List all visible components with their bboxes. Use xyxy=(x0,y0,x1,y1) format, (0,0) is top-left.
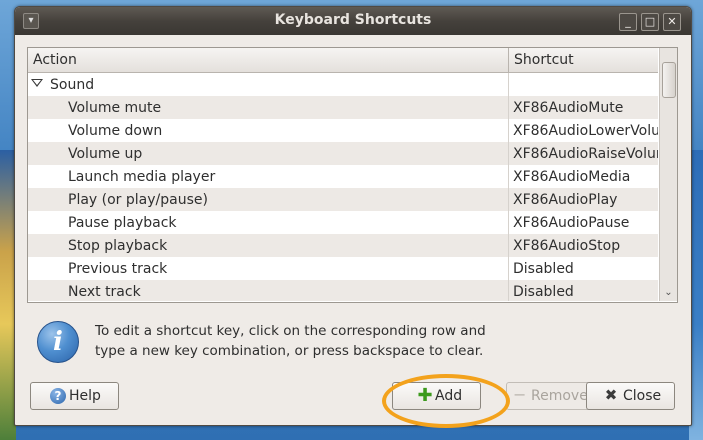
table-row[interactable]: Volume mute XF86AudioMute xyxy=(28,96,658,119)
table-row[interactable]: Next track Disabled xyxy=(28,280,658,301)
scroll-down-icon[interactable]: ⌄ xyxy=(663,288,674,298)
table-row[interactable]: Pause playback XF86AudioPause xyxy=(28,211,658,234)
row-action: Volume down xyxy=(68,123,163,139)
row-action: Play (or play/pause) xyxy=(68,192,208,208)
info-icon: i xyxy=(37,321,79,363)
row-shortcut: Disabled xyxy=(513,284,574,300)
table-row[interactable]: Play (or play/pause) XF86AudioPlay xyxy=(28,188,658,211)
column-divider xyxy=(508,73,509,96)
row-shortcut: XF86AudioLowerVolume xyxy=(513,123,658,139)
row-action: Launch media player xyxy=(68,169,216,185)
highlight-annotation xyxy=(382,374,510,428)
column-header-action[interactable]: Action xyxy=(28,48,509,72)
column-divider xyxy=(508,165,509,188)
row-shortcut: XF86AudioMedia xyxy=(513,169,631,185)
remove-button[interactable]: − Remove xyxy=(506,382,592,410)
help-button-label: Help xyxy=(69,388,101,404)
info-line-2: type a new key combination, or press bac… xyxy=(95,343,484,359)
row-action: Volume mute xyxy=(68,100,162,116)
close-button-label: Close xyxy=(623,388,662,404)
maximize-icon[interactable]: □ xyxy=(641,13,659,31)
column-divider xyxy=(508,142,509,165)
info-panel: i To edit a shortcut key, click on the c… xyxy=(37,313,657,373)
close-icon: ✖ xyxy=(604,386,618,404)
column-divider xyxy=(508,234,509,257)
expander-icon-fill xyxy=(33,80,41,85)
keyboard-shortcuts-window: ▾ Keyboard Shortcuts _ □ ✕ Action Shortc… xyxy=(14,6,692,428)
info-message: To edit a shortcut key, click on the cor… xyxy=(95,321,515,361)
row-action: Previous track xyxy=(68,261,168,277)
column-divider xyxy=(508,119,509,142)
table-row[interactable]: Launch media player XF86AudioMedia xyxy=(28,165,658,188)
table-row[interactable]: Stop playback XF86AudioStop xyxy=(28,234,658,257)
column-divider xyxy=(508,280,509,301)
window-title: Keyboard Shortcuts xyxy=(274,12,432,28)
column-divider xyxy=(508,96,509,119)
row-shortcut: XF86AudioStop xyxy=(513,238,621,254)
table-row[interactable]: Previous track Disabled xyxy=(28,257,658,280)
row-shortcut: XF86AudioRaiseVolume xyxy=(513,146,658,162)
minimize-icon[interactable]: _ xyxy=(619,13,637,31)
column-header-shortcut-label: Shortcut xyxy=(514,52,574,68)
group-row-sound[interactable]: Sound xyxy=(28,73,658,96)
column-header-shortcut[interactable]: Shortcut xyxy=(509,48,658,72)
row-shortcut: Disabled xyxy=(513,261,574,277)
table-row[interactable]: Volume down XF86AudioLowerVolume xyxy=(28,119,658,142)
info-line-1: To edit a shortcut key, click on the cor… xyxy=(95,323,486,339)
shortcuts-tree-view[interactable]: Action Shortcut Sound Volume mute XF86Au… xyxy=(27,47,678,303)
scrollbar-thumb[interactable] xyxy=(662,62,676,98)
minus-icon: − xyxy=(513,385,527,404)
row-shortcut: XF86AudioPause xyxy=(513,215,630,231)
column-header: Action Shortcut xyxy=(28,48,658,73)
close-window-icon[interactable]: ✕ xyxy=(663,13,681,31)
close-button[interactable]: ✖ Close xyxy=(586,382,675,410)
row-action: Pause playback xyxy=(68,215,177,231)
column-divider xyxy=(508,257,509,280)
row-shortcut: XF86AudioMute xyxy=(513,100,624,116)
column-divider xyxy=(508,211,509,234)
title-bar[interactable]: ▾ Keyboard Shortcuts _ □ ✕ xyxy=(15,7,691,35)
row-shortcut: XF86AudioPlay xyxy=(513,192,618,208)
row-action: Volume up xyxy=(68,146,143,162)
table-rows: Sound Volume mute XF86AudioMute Volume d… xyxy=(28,73,658,301)
remove-button-label: Remove xyxy=(531,388,588,404)
group-label: Sound xyxy=(50,77,95,93)
vertical-scrollbar[interactable]: ⌄ xyxy=(659,48,677,301)
column-header-action-label: Action xyxy=(33,52,77,68)
table-row[interactable]: Volume up XF86AudioRaiseVolume xyxy=(28,142,658,165)
column-divider xyxy=(508,188,509,211)
row-action: Next track xyxy=(68,284,141,300)
help-icon: ? xyxy=(50,388,66,404)
row-action: Stop playback xyxy=(68,238,168,254)
help-button[interactable]: ? Help xyxy=(30,382,119,410)
